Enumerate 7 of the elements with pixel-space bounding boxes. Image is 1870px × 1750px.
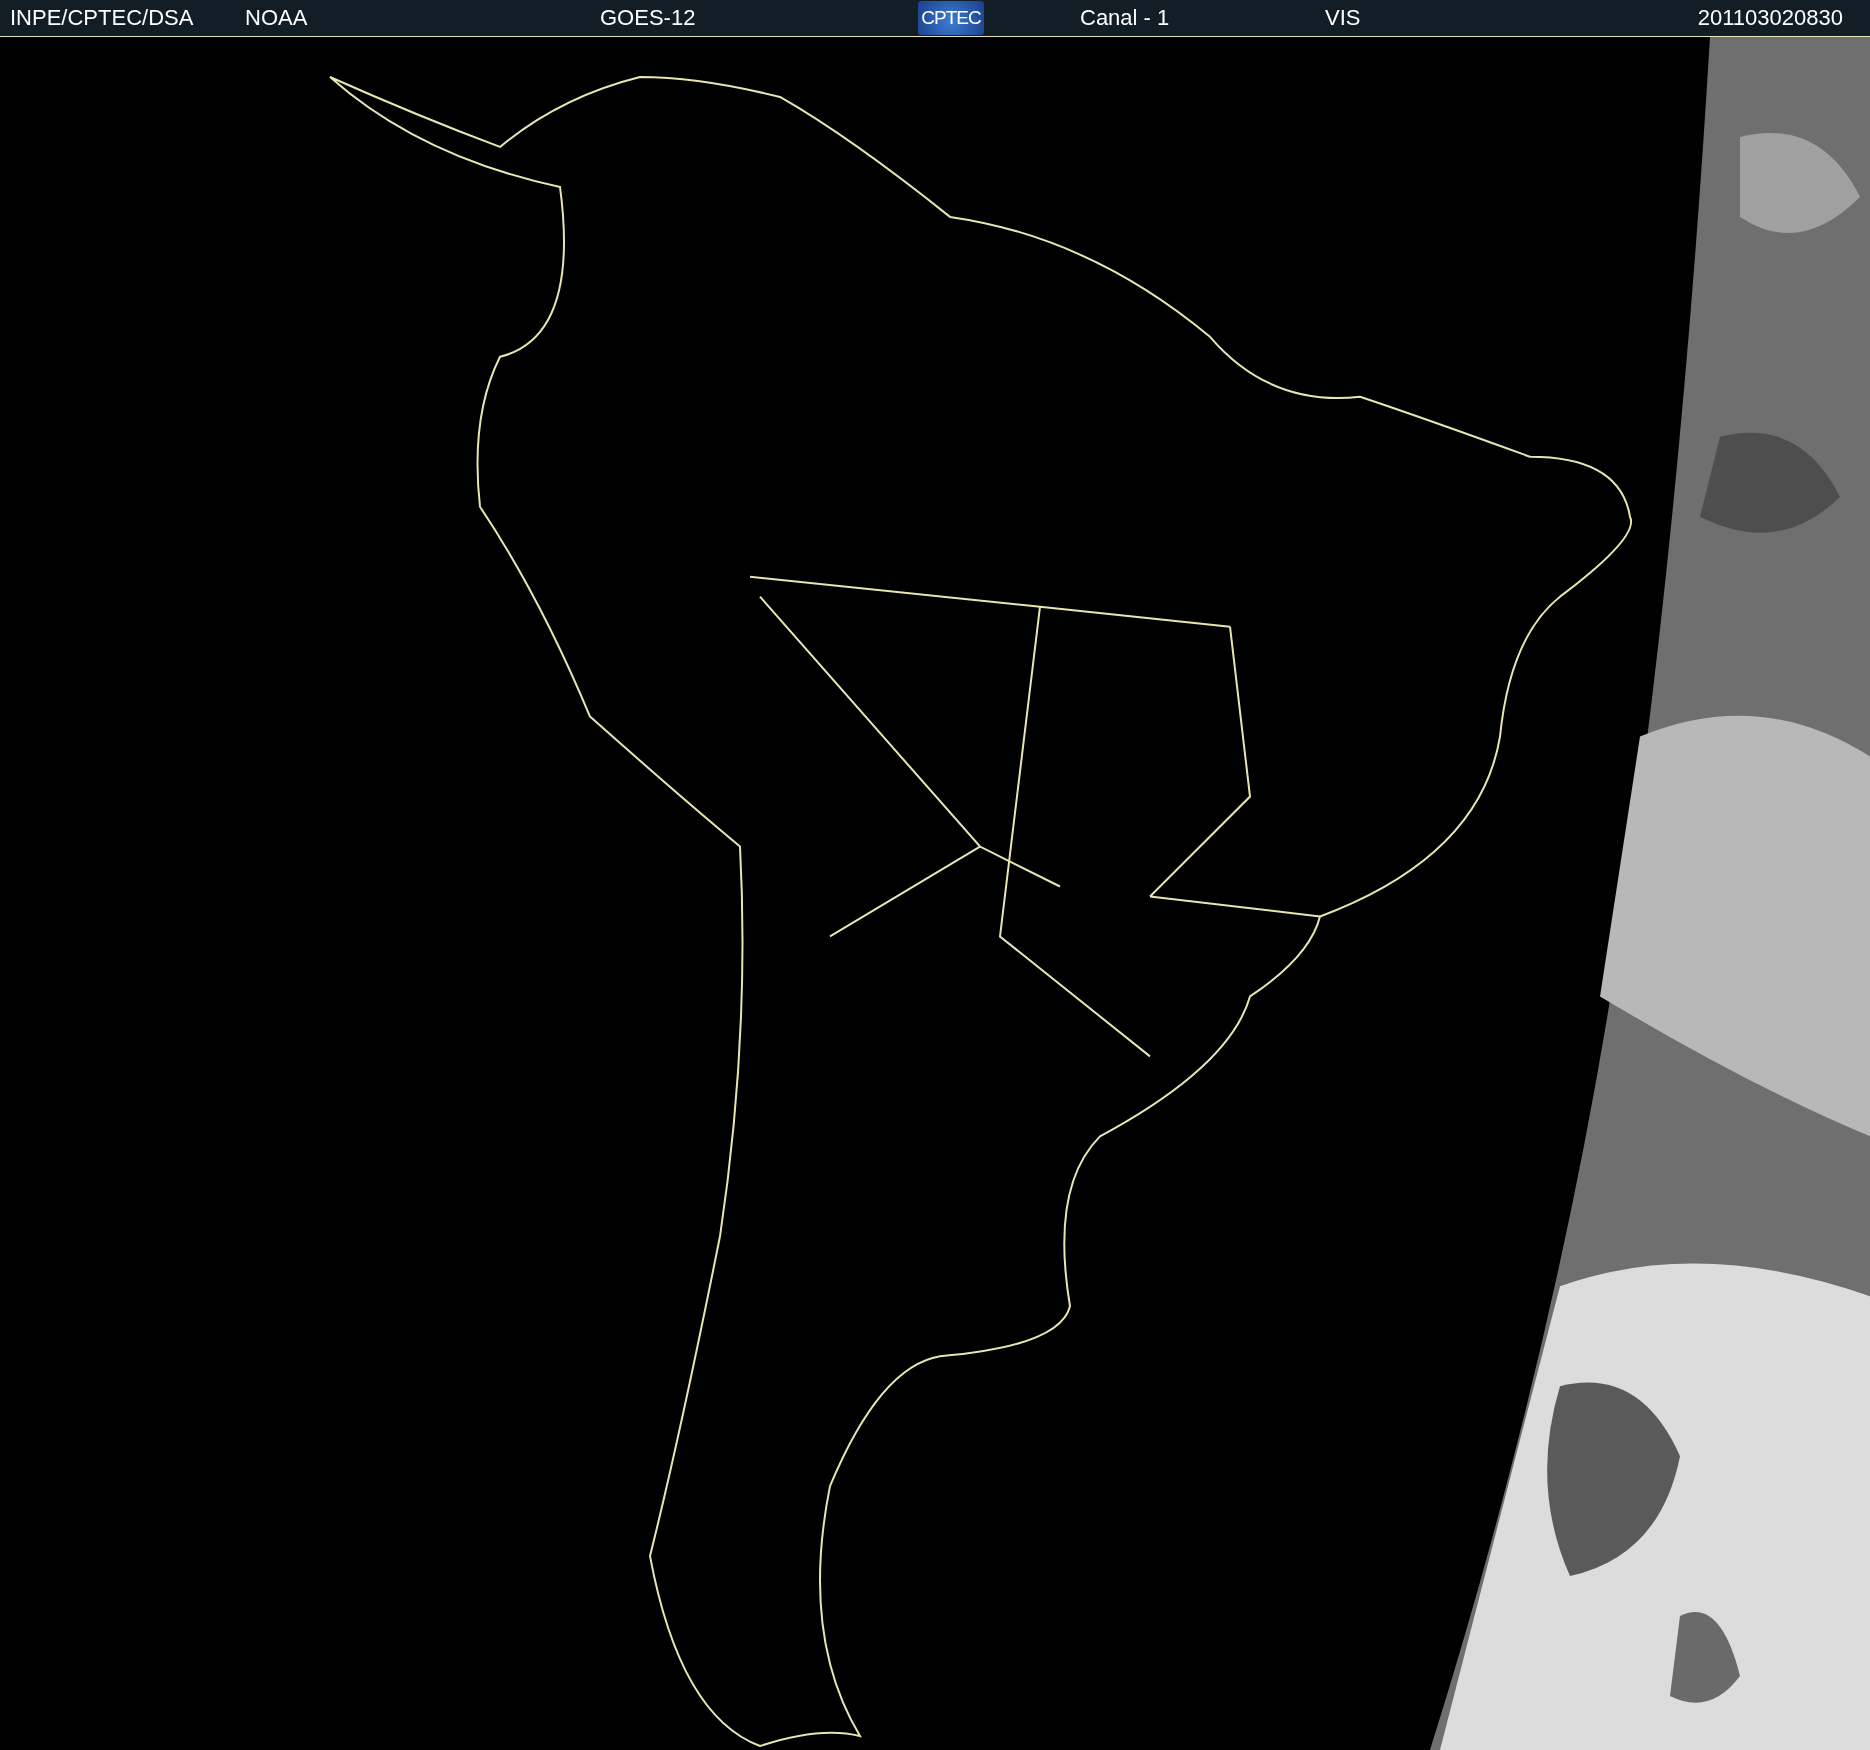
logo: CPTEC — [918, 1, 984, 35]
header-label: 201103020830 — [1697, 5, 1843, 31]
header-label: VIS — [1325, 5, 1361, 31]
header-label: NOAA — [245, 5, 308, 31]
header-label: INPE/CPTEC/DSA — [10, 5, 194, 31]
header-label: Canal - 1 — [1080, 5, 1170, 31]
header-label: GOES-12 — [600, 5, 696, 31]
